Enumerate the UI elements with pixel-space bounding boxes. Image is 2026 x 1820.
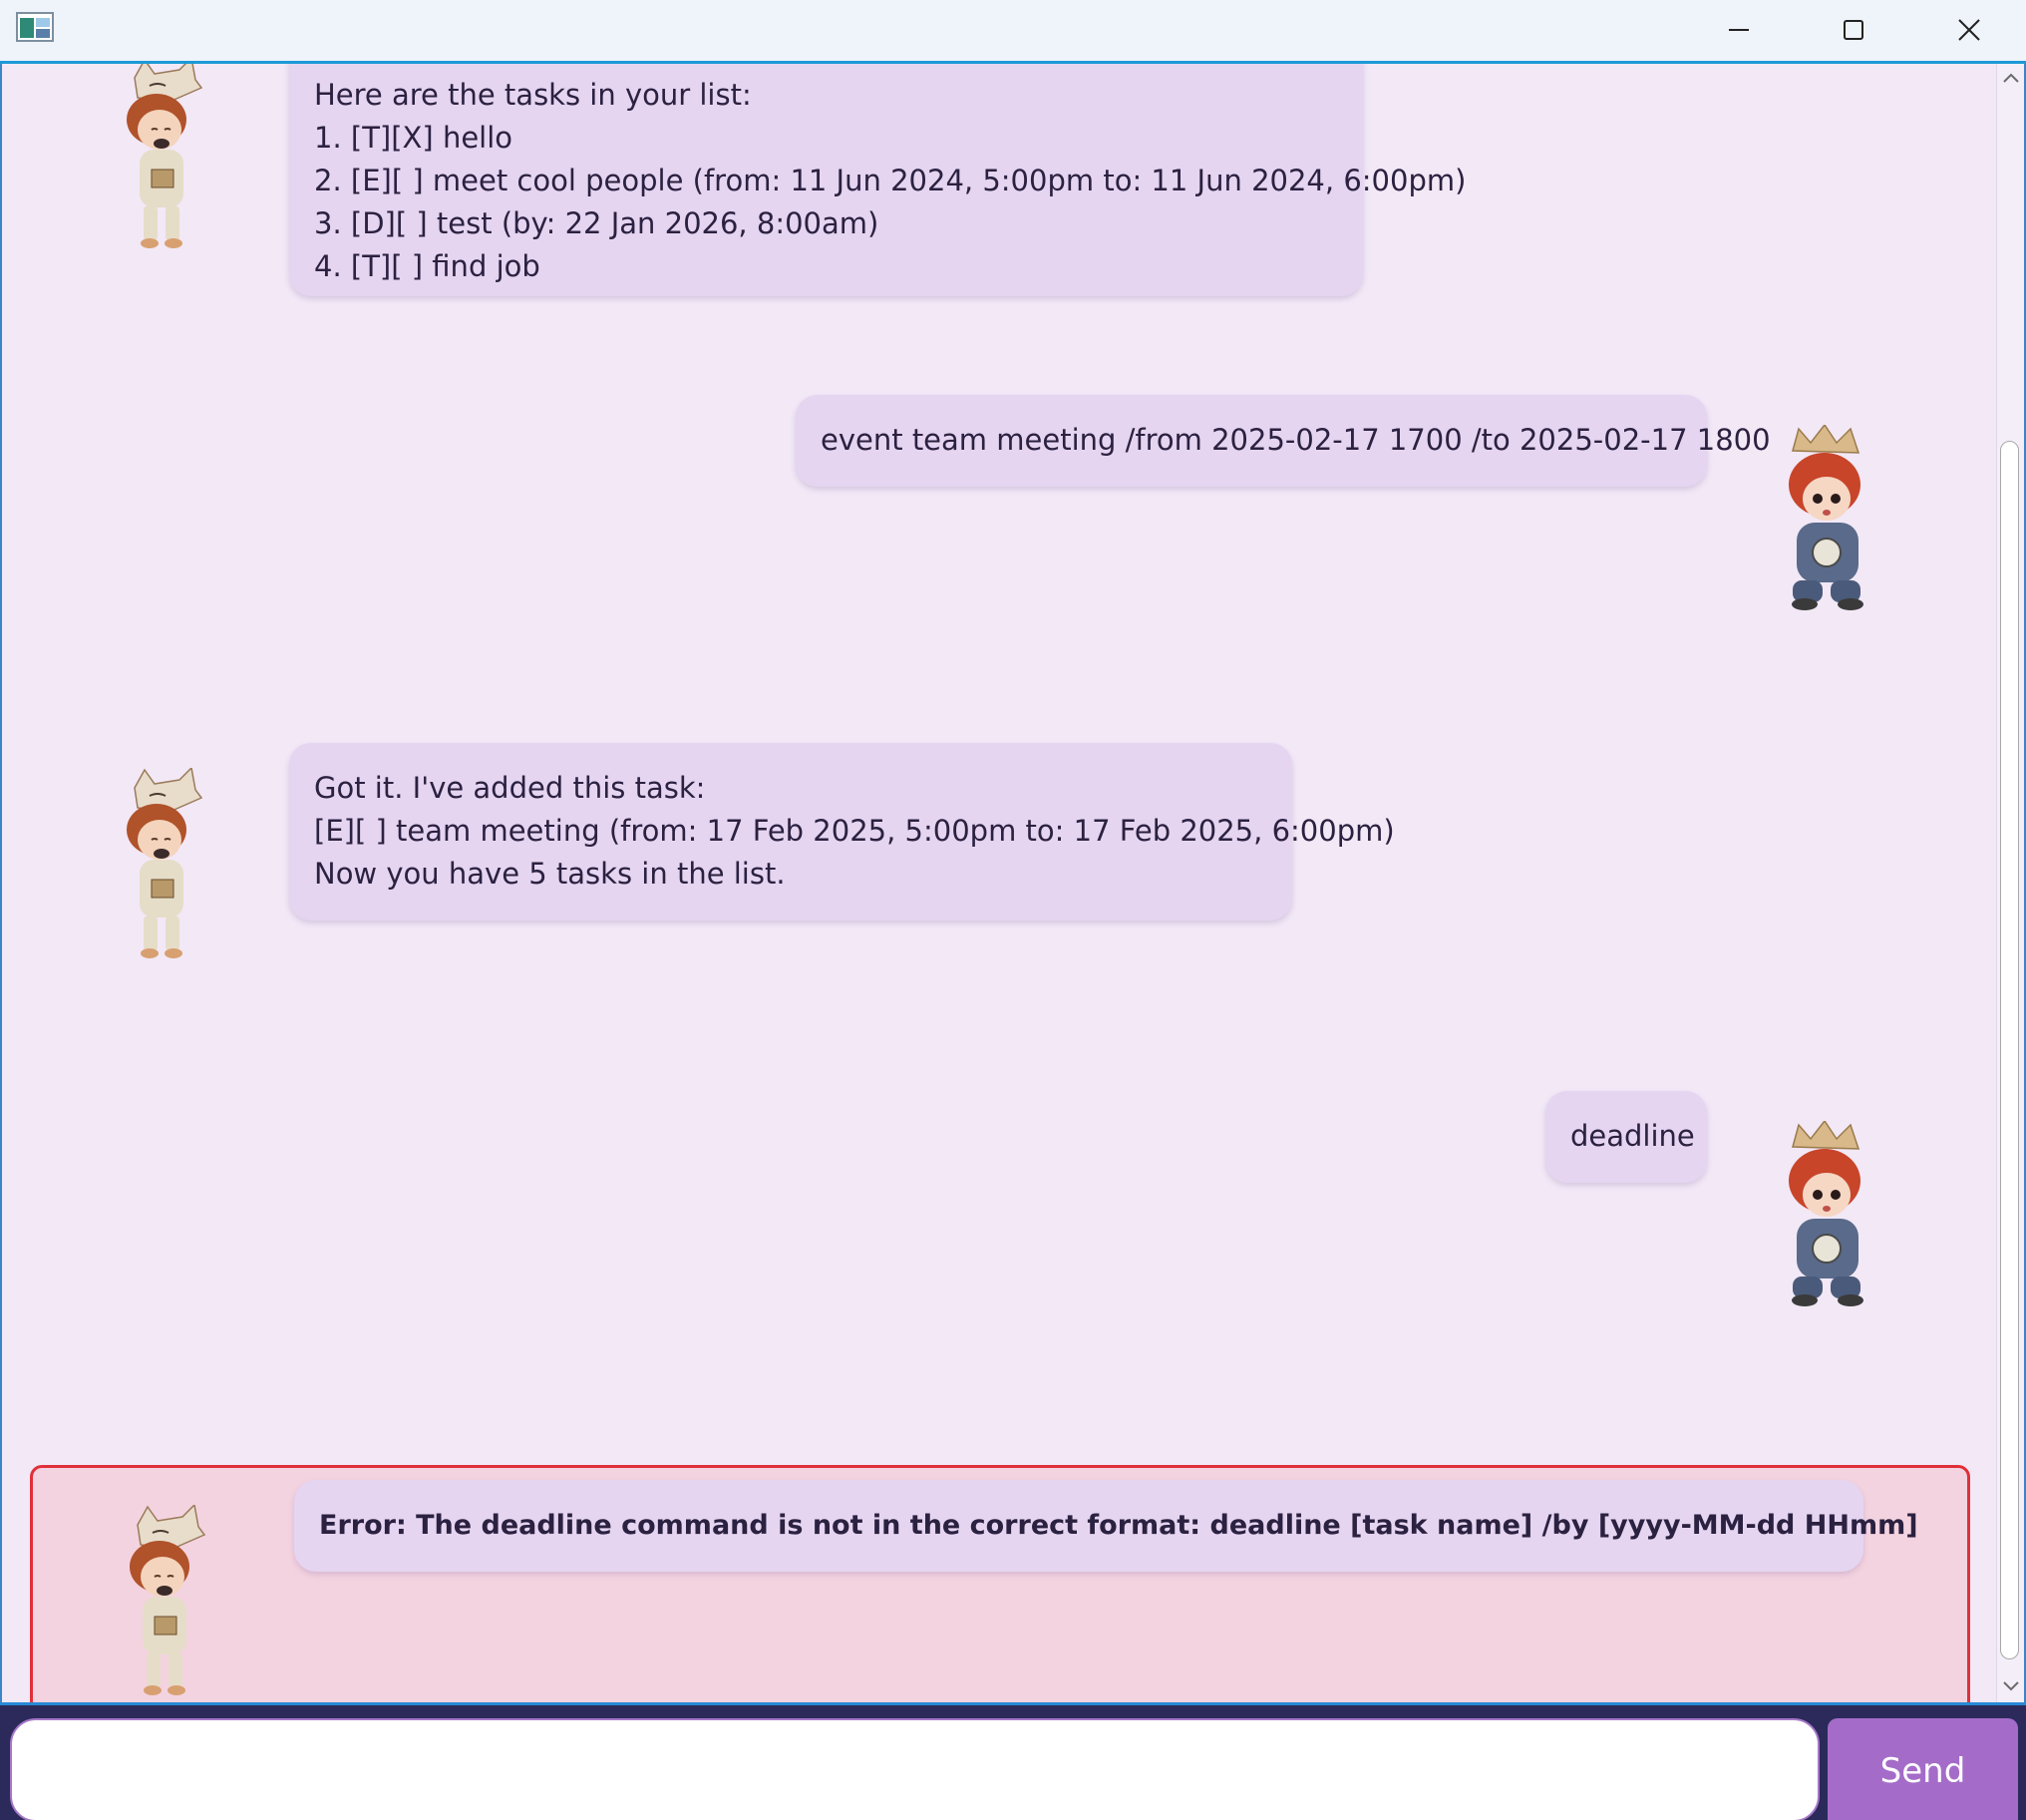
chat-scroll-pane[interactable]: Here are the tasks in your list: 1. [T][… xyxy=(2,64,1996,1702)
message-line: 1. [T][X] hello xyxy=(314,121,513,155)
message-line: 2. [E][ ] meet cool people (from: 11 Jun… xyxy=(314,164,1467,197)
message-input[interactable] xyxy=(10,1718,1820,1820)
error-message-bubble: Error: The deadline command is not in th… xyxy=(294,1480,1918,1572)
scroll-down-arrow-icon[interactable] xyxy=(2003,1680,2019,1692)
error-message-text: Error: The deadline command is not in th… xyxy=(319,1510,1918,1541)
message-line: [E][ ] team meeting (from: 17 Feb 2025, … xyxy=(314,814,1395,848)
message-line: Now you have 5 tasks in the list. xyxy=(314,857,786,891)
bot-avatar xyxy=(110,64,219,252)
message-line: event team meeting /from 2025-02-17 1700… xyxy=(821,423,1771,457)
message-line: 3. [D][ ] test (by: 22 Jan 2026, 8:00am) xyxy=(314,206,879,240)
message-line: deadline xyxy=(1570,1119,1695,1153)
app-window: Here are the tasks in your list: 1. [T][… xyxy=(0,0,2026,1820)
scroll-up-arrow-icon[interactable] xyxy=(2003,72,2019,84)
maximize-icon xyxy=(1844,20,1863,40)
bot-avatar xyxy=(110,766,219,962)
maximize-button[interactable] xyxy=(1798,0,1909,60)
user-message-bubble: deadline xyxy=(1545,1091,1707,1183)
close-icon xyxy=(1958,19,1980,41)
vertical-scrollbar[interactable] xyxy=(1996,64,2024,1702)
user-avatar xyxy=(1775,423,1884,619)
error-message-container: Error: The deadline command is not in th… xyxy=(30,1465,1970,1702)
app-icon xyxy=(16,12,54,42)
input-bar: Send xyxy=(0,1702,2026,1820)
bot-avatar xyxy=(113,1503,222,1699)
bot-message-bubble: Here are the tasks in your list: 1. [T][… xyxy=(289,64,1467,296)
send-button[interactable]: Send xyxy=(1828,1718,2018,1820)
minimize-icon xyxy=(1729,29,1749,31)
bot-message-bubble: Got it. I've added this task: [E][ ] tea… xyxy=(289,743,1395,920)
close-button[interactable] xyxy=(1913,0,2025,60)
user-avatar xyxy=(1775,1119,1884,1315)
user-message-bubble: event team meeting /from 2025-02-17 1700… xyxy=(796,395,1771,487)
message-line: Got it. I've added this task: xyxy=(314,771,706,805)
message-line: 4. [T][ ] find job xyxy=(314,249,540,283)
minimize-button[interactable] xyxy=(1683,0,1795,60)
message-line: Here are the tasks in your list: xyxy=(314,78,752,112)
scrollbar-thumb[interactable] xyxy=(2000,441,2019,1659)
title-bar xyxy=(0,0,2026,64)
